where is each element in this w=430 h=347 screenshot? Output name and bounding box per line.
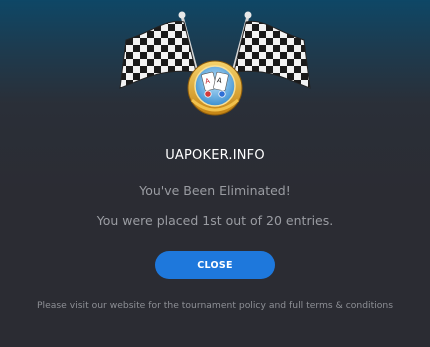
eliminated-message: You've Been Eliminated! <box>139 183 291 198</box>
terms-note: Please visit our website for the tournam… <box>37 300 393 311</box>
emblem: A A <box>0 0 430 150</box>
site-name: UAPOKER.INFO <box>165 148 265 163</box>
checkered-flags-trophy-icon: A A <box>119 11 311 116</box>
placement-message: You were placed 1st out of 20 entries. <box>96 213 334 228</box>
elimination-dialog: A A UAPOKER.INFO You've Been Eliminated!… <box>0 0 430 347</box>
close-button[interactable]: CLOSE <box>155 251 275 279</box>
